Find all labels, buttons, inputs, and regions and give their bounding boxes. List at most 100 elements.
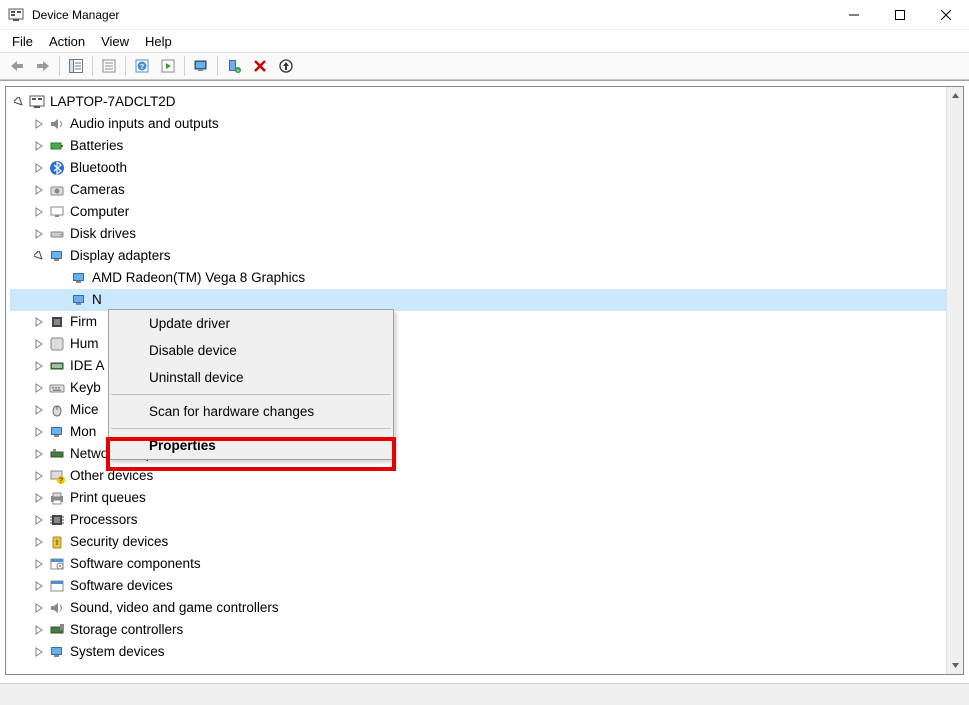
tree-label: IDE A (70, 357, 105, 376)
expand-icon[interactable] (32, 535, 46, 549)
tree-label: Print queues (70, 489, 146, 508)
network-icon (48, 445, 66, 463)
ctx-disable-device[interactable]: Disable device (109, 337, 393, 364)
menu-action[interactable]: Action (41, 32, 93, 51)
title-bar: Device Manager (0, 0, 969, 30)
expand-icon[interactable] (32, 183, 46, 197)
minimize-button[interactable] (831, 0, 877, 30)
tree-label: Storage controllers (70, 621, 183, 640)
close-button[interactable] (923, 0, 969, 30)
ctx-uninstall-device[interactable]: Uninstall device (109, 364, 393, 391)
svg-text:+: + (236, 69, 240, 75)
tree-item[interactable]: Security devices (10, 531, 963, 553)
tree-item[interactable]: Cameras (10, 179, 963, 201)
uninstall-device-button[interactable] (274, 54, 298, 78)
expand-icon[interactable] (32, 579, 46, 593)
menu-bar: File Action View Help (0, 30, 969, 52)
show-hide-tree-button[interactable] (64, 54, 88, 78)
tree-label: Keyb (70, 379, 101, 398)
expand-icon[interactable] (32, 403, 46, 417)
tree-item[interactable]: Batteries (10, 135, 963, 157)
system-icon (48, 643, 66, 661)
tree-label: Hum (70, 335, 99, 354)
forward-button[interactable] (31, 54, 55, 78)
tree-item[interactable]: Software devices (10, 575, 963, 597)
monitor-icon (48, 203, 66, 221)
scroll-down-button[interactable] (947, 657, 963, 674)
expand-icon[interactable] (32, 139, 46, 153)
tree-label: Other devices (70, 467, 153, 486)
ide-icon (48, 357, 66, 375)
ctx-update-driver[interactable]: Update driver (109, 310, 393, 337)
tree-item[interactable]: Print queues (10, 487, 963, 509)
tree-item-gpu-nvidia[interactable]: N (10, 289, 963, 311)
storage-icon (48, 621, 66, 639)
security-icon (48, 533, 66, 551)
expand-icon[interactable] (32, 205, 46, 219)
expand-icon[interactable] (32, 227, 46, 241)
tree-label: AMD Radeon(TM) Vega 8 Graphics (92, 269, 305, 288)
tree-item[interactable]: ? Other devices (10, 465, 963, 487)
expand-icon[interactable] (32, 161, 46, 175)
action-button[interactable] (156, 54, 180, 78)
tree-label: Display adapters (70, 247, 171, 266)
expand-icon[interactable] (32, 645, 46, 659)
tree-item[interactable]: Bluetooth (10, 157, 963, 179)
expand-icon[interactable] (32, 513, 46, 527)
tree-item[interactable]: Disk drives (10, 223, 963, 245)
computer-icon (28, 93, 46, 111)
tree-item-display-adapters[interactable]: Display adapters (10, 245, 963, 267)
scroll-up-button[interactable] (947, 87, 963, 104)
software-icon (48, 555, 66, 573)
expand-icon[interactable] (32, 601, 46, 615)
expand-icon[interactable] (32, 359, 46, 373)
bluetooth-icon (48, 159, 66, 177)
tree-label: Software components (70, 555, 201, 574)
tree-label: System devices (70, 643, 165, 662)
display-adapter-icon (48, 247, 66, 265)
monitor-icon (48, 423, 66, 441)
enable-device-button[interactable]: + (222, 54, 246, 78)
tree-label: Disk drives (70, 225, 136, 244)
ctx-scan-hardware[interactable]: Scan for hardware changes (109, 398, 393, 425)
menu-help[interactable]: Help (137, 32, 180, 51)
collapse-icon[interactable] (32, 249, 46, 263)
tree-root[interactable]: LAPTOP-7ADCLT2D (10, 91, 963, 113)
help-button[interactable]: ? (130, 54, 154, 78)
expand-icon[interactable] (32, 425, 46, 439)
ctx-properties[interactable]: Properties (109, 432, 393, 459)
tree-label: Mice (70, 401, 99, 420)
collapse-icon[interactable] (12, 95, 26, 109)
disable-device-button[interactable] (248, 54, 272, 78)
expand-icon[interactable] (32, 447, 46, 461)
tree-item[interactable]: Audio inputs and outputs (10, 113, 963, 135)
mouse-icon (48, 401, 66, 419)
tree-item[interactable]: System devices (10, 641, 963, 663)
properties-button[interactable] (97, 54, 121, 78)
tree-item[interactable]: Sound, video and game controllers (10, 597, 963, 619)
maximize-button[interactable] (877, 0, 923, 30)
expand-icon[interactable] (32, 491, 46, 505)
back-button[interactable] (5, 54, 29, 78)
tree-item-gpu-amd[interactable]: AMD Radeon(TM) Vega 8 Graphics (10, 267, 963, 289)
expand-icon[interactable] (32, 117, 46, 131)
expand-icon[interactable] (32, 557, 46, 571)
hid-icon (48, 335, 66, 353)
display-adapter-icon (70, 291, 88, 309)
window-title: Device Manager (32, 8, 119, 22)
menu-view[interactable]: View (93, 32, 137, 51)
expand-icon[interactable] (32, 315, 46, 329)
tree-item[interactable]: Computer (10, 201, 963, 223)
expand-icon[interactable] (32, 381, 46, 395)
other-devices-icon: ? (48, 467, 66, 485)
expand-icon[interactable] (32, 469, 46, 483)
vertical-scrollbar[interactable] (946, 87, 963, 674)
menu-file[interactable]: File (4, 32, 41, 51)
expand-icon[interactable] (32, 337, 46, 351)
tree-label: Firm (70, 313, 97, 332)
scan-hardware-button[interactable] (189, 54, 213, 78)
expand-icon[interactable] (32, 623, 46, 637)
tree-item[interactable]: Software components (10, 553, 963, 575)
tree-item[interactable]: Storage controllers (10, 619, 963, 641)
tree-item[interactable]: Processors (10, 509, 963, 531)
